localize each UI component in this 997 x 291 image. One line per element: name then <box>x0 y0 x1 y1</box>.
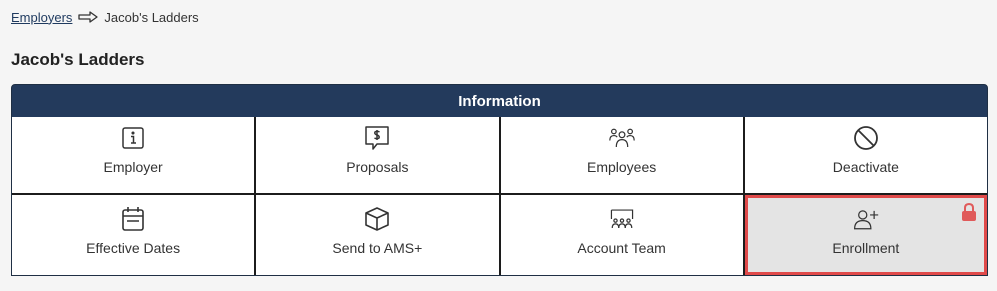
tile-label: Send to AMS+ <box>332 240 423 256</box>
tile-label: Proposals <box>346 159 409 175</box>
team-presentation-icon <box>609 206 635 232</box>
tile-enrollment[interactable]: Enrollment <box>744 195 987 275</box>
tile-proposals[interactable]: Proposals <box>256 117 499 193</box>
block-icon <box>853 125 879 151</box>
box-icon <box>364 206 390 232</box>
tile-account-team[interactable]: Account Team <box>500 195 743 275</box>
arrow-right-icon <box>78 11 99 23</box>
tile-employer[interactable]: Employer <box>12 117 255 193</box>
user-plus-icon <box>853 206 879 232</box>
tile-label: Employer <box>103 159 163 175</box>
breadcrumb-current: Jacob's Ladders <box>104 9 199 25</box>
tile-deactivate[interactable]: Deactivate <box>744 117 987 193</box>
page-title: Jacob's Ladders <box>11 50 145 69</box>
breadcrumb: Employers Jacob's Ladders <box>11 9 199 25</box>
tile-grid: Employer Proposals Employees Deactivate … <box>12 117 987 275</box>
tile-send-to-ams[interactable]: Send to AMS+ <box>256 195 499 275</box>
lock-icon <box>961 202 977 221</box>
proposal-dollar-icon <box>364 125 390 151</box>
panel-header: Information <box>12 85 987 117</box>
breadcrumb-link-employers[interactable]: Employers <box>11 10 72 25</box>
tile-employees[interactable]: Employees <box>500 117 743 193</box>
tile-label: Deactivate <box>832 159 899 175</box>
tile-label: Enrollment <box>832 240 900 256</box>
tile-label: Employees <box>586 159 657 175</box>
tile-effective-dates[interactable]: Effective Dates <box>12 195 255 275</box>
users-group-icon <box>608 125 635 151</box>
information-panel: Information Employer Proposals Employees… <box>11 84 988 276</box>
calendar-icon <box>120 206 146 232</box>
tile-label: Effective Dates <box>86 240 181 256</box>
info-icon <box>120 125 146 151</box>
tile-label: Account Team <box>577 240 666 256</box>
